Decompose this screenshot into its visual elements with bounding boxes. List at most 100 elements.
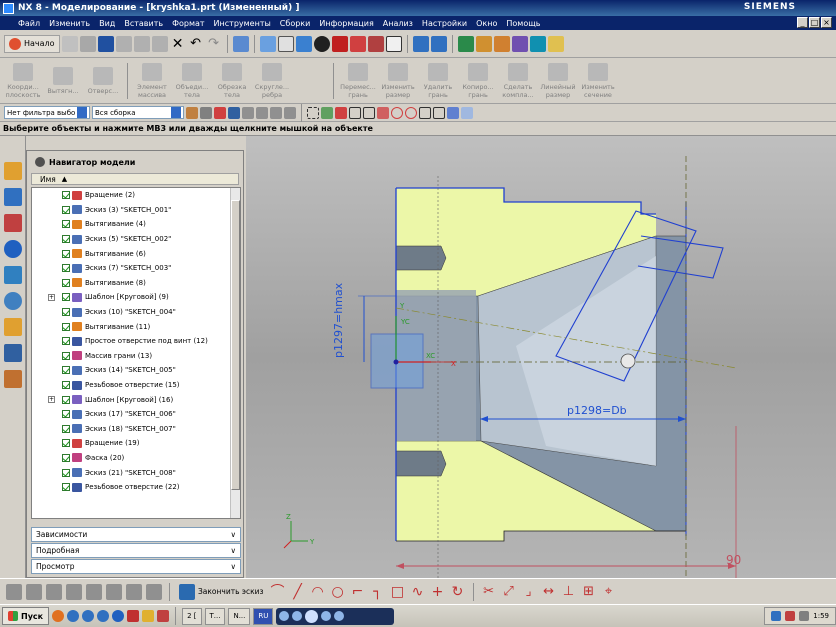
bounded-grid-icon[interactable] [461, 106, 473, 119]
hide-icon[interactable] [349, 35, 366, 52]
spline-icon[interactable]: ∿ [410, 584, 426, 600]
view-orientation-icon[interactable] [277, 35, 294, 52]
menu-window[interactable]: Окно [476, 19, 497, 28]
ie-icon[interactable] [112, 610, 125, 622]
layer-settings-icon[interactable] [457, 35, 474, 52]
point-marker[interactable] [620, 353, 636, 369]
details-panel[interactable]: Подробная ∨ [31, 543, 241, 558]
visibility-checkbox[interactable] [62, 191, 70, 200]
tree-item[interactable]: Эскиз (7) "SKETCH_003" [32, 261, 240, 276]
tree-item[interactable]: Эскиз (21) "SKETCH_008" [32, 465, 240, 480]
constraint-icon[interactable]: ⊥ [561, 584, 577, 600]
end-point-icon[interactable] [335, 106, 347, 119]
quick-launch-icon[interactable] [127, 610, 140, 622]
wcs-icon[interactable] [412, 35, 429, 52]
visibility-checkbox[interactable] [62, 410, 70, 419]
unite-button[interactable]: Объеди... тела [173, 62, 211, 99]
new-icon[interactable] [61, 35, 78, 52]
web-browser-icon[interactable] [3, 240, 22, 258]
task-explorer[interactable]: 2 [ [182, 607, 202, 625]
filter-icon[interactable] [186, 106, 198, 119]
visibility-checkbox[interactable] [62, 293, 70, 302]
background-icon[interactable] [385, 35, 402, 52]
render-style-icon[interactable] [313, 35, 330, 52]
dim-90-label[interactable]: 90 [726, 553, 741, 567]
make-coplanar-button[interactable]: Сделать компла... [499, 62, 537, 99]
visibility-checkbox[interactable] [62, 395, 70, 404]
arc-icon[interactable]: ◠ [310, 584, 326, 600]
tree-item[interactable]: Резьбовое отверстие (22) [32, 480, 240, 495]
fit-icon[interactable] [66, 583, 82, 600]
visibility-checkbox[interactable] [62, 322, 70, 331]
visibility-checkbox[interactable] [62, 381, 70, 390]
part-navigator-icon[interactable] [3, 214, 22, 232]
control-point-icon[interactable] [363, 106, 375, 119]
move-face-button[interactable]: Перемес... грань [339, 62, 377, 99]
quadrant-icon[interactable] [405, 106, 417, 119]
dependencies-panel[interactable]: Зависимости ∨ [31, 527, 241, 542]
next-icon[interactable] [321, 611, 332, 621]
tree-item[interactable]: Эскиз (5) "SKETCH_002" [32, 232, 240, 247]
chamfer-icon[interactable]: ┐ [370, 584, 386, 600]
invert-display-icon[interactable] [367, 35, 384, 52]
menu-preferences[interactable]: Настройки [422, 19, 467, 28]
profile-icon[interactable]: ⌒ [270, 584, 286, 600]
quick-launch-icon[interactable] [97, 610, 110, 622]
tree-item[interactable]: Эскиз (10) "SKETCH_004" [32, 305, 240, 320]
visibility-checkbox[interactable] [62, 249, 70, 258]
quick-launch-icon[interactable] [82, 610, 95, 622]
column-header-name[interactable]: Имя ▲ [31, 173, 239, 185]
play-pause-icon[interactable] [305, 609, 319, 623]
snap-view-icon[interactable] [86, 583, 102, 600]
tree-item[interactable]: Вытягивание (6) [32, 246, 240, 261]
offset-curve-icon[interactable]: ↻ [450, 584, 466, 600]
visibility-checkbox[interactable] [62, 468, 70, 477]
manufacturing-wizard-icon[interactable] [3, 344, 22, 362]
menu-information[interactable]: Информация [319, 19, 373, 28]
undo-icon[interactable]: ↶ [188, 36, 204, 52]
graphics-window[interactable]: p1298=Db p1297=hmax 90 XC YC X Y Z Y [246, 136, 836, 578]
tree-item[interactable]: Вытягивание (11) [32, 319, 240, 334]
paste-icon[interactable] [151, 35, 168, 52]
preview-panel[interactable]: Просмотр ∨ [31, 559, 241, 574]
edit-section-button[interactable]: Изменить сечение [579, 62, 617, 99]
roles-icon[interactable] [3, 370, 22, 388]
copy-icon[interactable] [133, 35, 150, 52]
visibility-checkbox[interactable] [62, 220, 70, 229]
antivirus-icon[interactable] [785, 611, 796, 621]
layer-icon[interactable] [106, 583, 122, 600]
task-word[interactable]: Т... [204, 607, 226, 625]
folder-icon[interactable] [142, 610, 155, 622]
pan-icon[interactable] [26, 583, 42, 600]
visibility-checkbox[interactable] [62, 366, 70, 375]
menu-edit[interactable]: Изменить [49, 19, 90, 28]
expand-icon[interactable]: + [48, 396, 55, 404]
start-menu-button[interactable]: Начало [4, 34, 60, 53]
resize-button[interactable]: Изменить размер [379, 62, 417, 99]
type-filter-dropdown[interactable]: Нет фильтра выбо [4, 106, 90, 119]
open-icon[interactable] [79, 35, 96, 52]
analysis-icon[interactable] [493, 35, 510, 52]
point-icon[interactable]: + [430, 584, 446, 600]
tree-item[interactable]: Простое отверстие под винт (12) [32, 334, 240, 349]
visibility-checkbox[interactable] [62, 351, 70, 360]
edge-blend-button[interactable]: Скругле... ребра [253, 62, 291, 99]
rectangle-select-icon[interactable] [307, 106, 319, 119]
minimize-icon[interactable]: _ [797, 17, 808, 28]
tree-item[interactable]: Вращение (2) [32, 188, 240, 203]
make-corner-icon[interactable]: ⌟ [521, 584, 537, 600]
menu-insert[interactable]: Вставить [124, 19, 163, 28]
constraint-navigator-icon[interactable] [3, 188, 22, 206]
circle-icon[interactable]: ○ [330, 584, 346, 600]
visibility-checkbox[interactable] [62, 264, 70, 273]
mid-point-icon[interactable] [349, 106, 361, 119]
tree-item[interactable]: Резьбовое отверстие (15) [32, 378, 240, 393]
trim-body-button[interactable]: Обрезка тела [213, 62, 251, 99]
assembly-navigator-icon[interactable] [3, 162, 22, 180]
stop-icon[interactable] [279, 611, 290, 621]
delete-face-button[interactable]: Удалить грань [419, 62, 457, 99]
visibility-checkbox[interactable] [62, 278, 70, 287]
menu-file[interactable]: Файл [18, 19, 40, 28]
face-rule-icon[interactable] [256, 106, 268, 119]
opera-icon[interactable] [52, 610, 65, 622]
